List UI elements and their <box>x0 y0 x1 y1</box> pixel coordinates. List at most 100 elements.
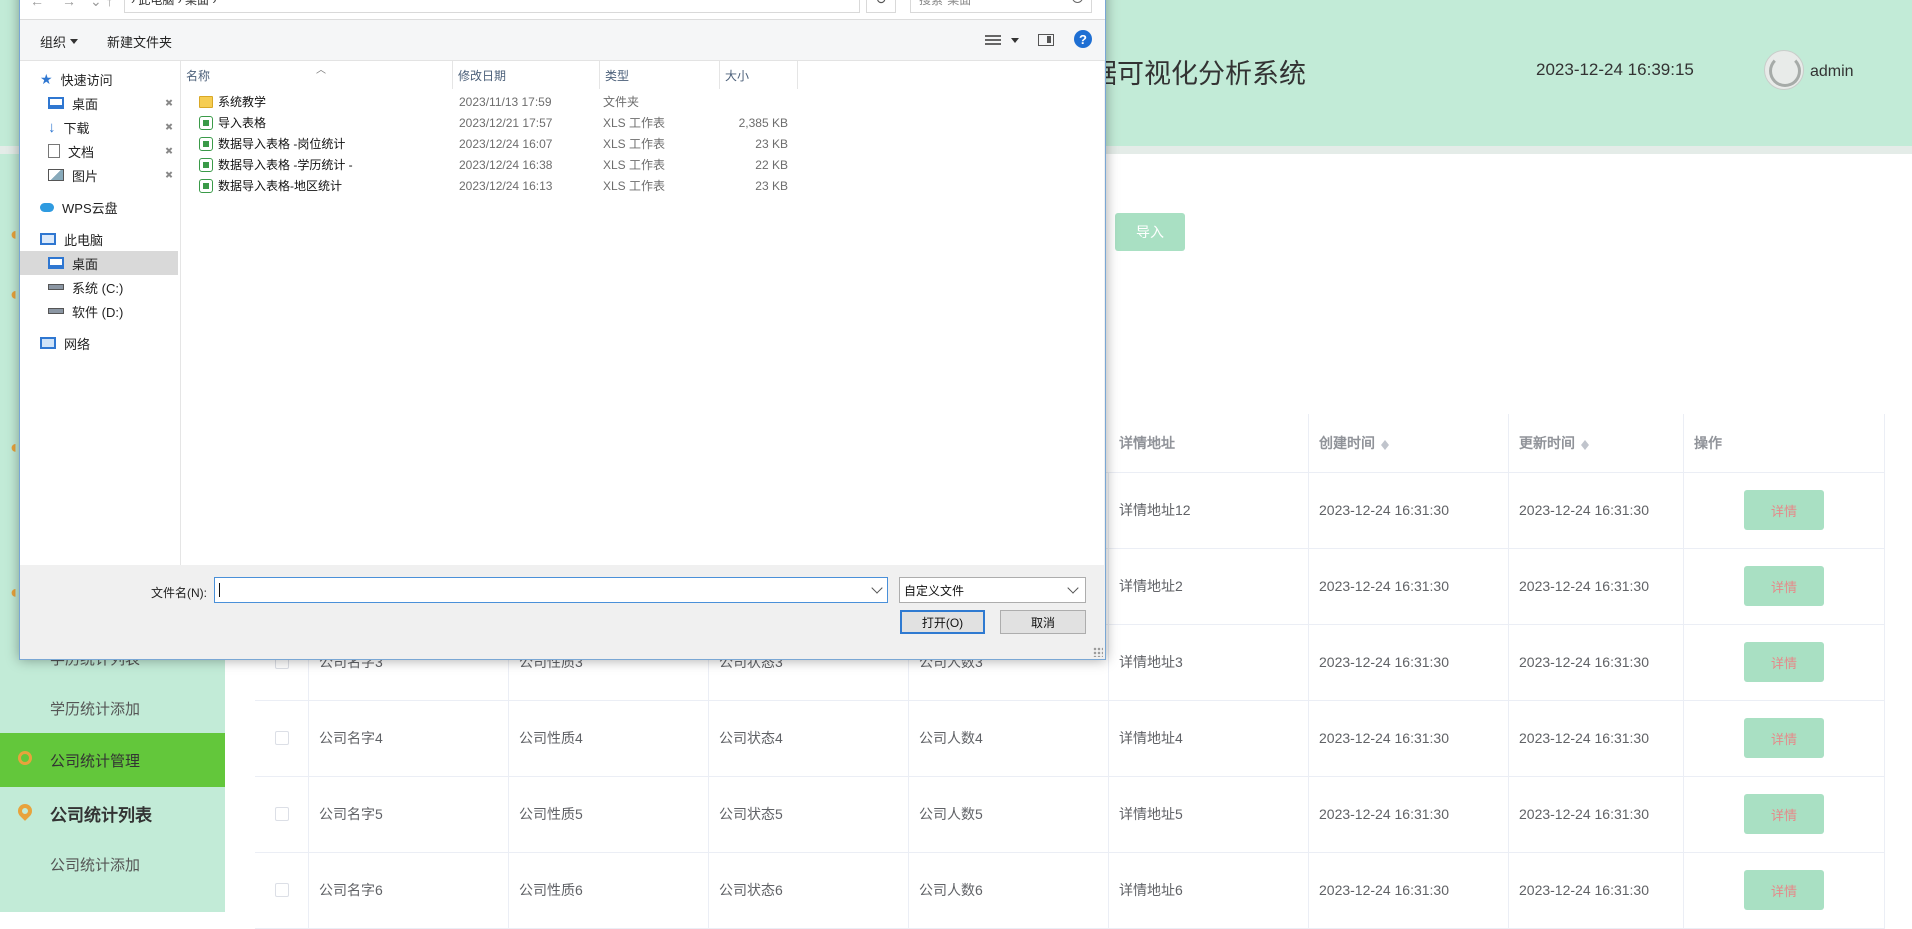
spreadsheet-icon <box>199 157 213 172</box>
file-type: XLS 工作表 <box>603 179 666 193</box>
table-cell-updated: 2023-12-24 16:31:30 <box>1509 700 1684 776</box>
detail-button[interactable]: 详情 <box>1744 794 1824 834</box>
up-arrow-icon[interactable]: ↑ <box>106 0 113 9</box>
organize-button[interactable]: 组织 <box>40 32 79 51</box>
sidebar-edge-icon: ◖ <box>8 582 19 602</box>
column-header-type[interactable]: 类型 <box>600 61 720 89</box>
nav-item[interactable]: 桌面 ✚ <box>20 91 178 115</box>
table-cell-created: 2023-12-24 16:31:30 <box>1309 624 1509 700</box>
open-button[interactable]: 打开(O) <box>900 610 985 634</box>
column-header-updated[interactable]: 更新时间 <box>1509 414 1684 472</box>
nav-item-label: 快速访问 <box>60 72 113 88</box>
pc-icon <box>40 233 56 245</box>
nav-item[interactable]: 此电脑 <box>20 227 178 251</box>
pic-icon <box>48 169 64 181</box>
nav-item[interactable]: 软件 (D:) <box>20 299 178 323</box>
sidebar-item-education-add[interactable]: 学历统计添加 <box>0 681 225 735</box>
new-folder-button[interactable]: 新建文件夹 <box>107 32 172 51</box>
row-checkbox-cell <box>255 852 309 928</box>
file-row[interactable]: 系统教学 2023/11/13 17:59 文件夹 <box>181 91 1104 112</box>
nav-item[interactable]: 网络 <box>20 331 178 355</box>
file-name: 系统教学 <box>218 95 267 109</box>
table-cell-name: 公司名字4 <box>309 700 509 776</box>
refresh-icon[interactable]: ↻ <box>866 0 896 13</box>
table-cell-nature: 公司性质4 <box>509 700 709 776</box>
table-cell-status: 公司状态4 <box>709 700 909 776</box>
detail-button[interactable]: 详情 <box>1744 566 1824 606</box>
filename-input[interactable] <box>214 577 888 603</box>
pin-icon: ✚ <box>160 96 175 110</box>
detail-button[interactable]: 详情 <box>1744 870 1824 910</box>
nav-item[interactable]: 图片 ✚ <box>20 163 178 187</box>
forward-arrow-icon[interactable]: → <box>62 0 76 9</box>
chevron-down-icon[interactable] <box>871 582 883 594</box>
monitor-icon <box>48 97 64 109</box>
sidebar-item-label: 公司统计添加 <box>50 856 141 874</box>
table-cell-name: 公司名字6 <box>309 852 509 928</box>
recent-chevron-icon[interactable]: ⌄ <box>90 0 102 10</box>
view-mode-icon[interactable] <box>985 35 1001 46</box>
column-header-size[interactable]: 大小 <box>720 61 798 89</box>
table-cell-created: 2023-12-24 16:31:30 <box>1309 548 1509 624</box>
sidebar-item-company-add[interactable]: 公司统计添加 <box>0 837 225 891</box>
search-icon <box>1072 0 1083 3</box>
column-header-label: 创建时间 <box>1319 435 1375 451</box>
spreadsheet-icon <box>199 115 213 130</box>
column-header-label: 类型 <box>605 68 630 83</box>
search-input[interactable]: 搜索"桌面" <box>910 0 1092 13</box>
file-row[interactable]: 数据导入表格 -学历统计 - 2023/12/24 16:38 XLS 工作表 22 … <box>181 154 1104 175</box>
sidebar-item-label: 公司统计列表 <box>50 805 152 825</box>
table-cell-updated: 2023-12-24 16:31:30 <box>1509 472 1684 548</box>
nav-item[interactable]: 系统 (C:) <box>20 275 178 299</box>
sidebar-edge-icon: ◖ <box>8 437 19 457</box>
row-actions-cell: 详情 <box>1684 776 1885 852</box>
table-cell-status: 公司状态6 <box>709 852 909 928</box>
column-header-modified[interactable]: 修改日期 <box>453 61 600 89</box>
nav-item[interactable]: ★ 快速访问 <box>20 67 178 91</box>
table-cell-address: 详情地址4 <box>1109 700 1309 776</box>
table-cell-updated: 2023-12-24 16:31:30 <box>1509 852 1684 928</box>
filetype-select[interactable]: 自定义文件 <box>899 577 1086 603</box>
table-cell-count: 公司人数6 <box>909 852 1109 928</box>
cloud-icon <box>40 202 54 212</box>
preview-pane-icon[interactable] <box>1038 34 1054 46</box>
nav-item[interactable]: ↓ 下载 ✚ <box>20 115 178 139</box>
table-cell-updated: 2023-12-24 16:31:30 <box>1509 776 1684 852</box>
file-name: 数据导入表格 -岗位统计 <box>218 137 346 151</box>
detail-button[interactable]: 详情 <box>1744 490 1824 530</box>
back-arrow-icon[interactable]: ← <box>30 0 44 9</box>
nav-item-label: 图片 <box>72 168 99 184</box>
sidebar-item-company-list[interactable]: 公司统计列表 <box>0 786 225 840</box>
file-row[interactable]: 数据导入表格-地区统计 2023/12/24 16:13 XLS 工作表 23 KB <box>181 175 1104 196</box>
view-chevron-down-icon[interactable] <box>1011 38 1019 47</box>
file-row[interactable]: 导入表格 2023/12/21 17:57 XLS 工作表 2,385 KB <box>181 112 1104 133</box>
row-checkbox[interactable] <box>275 731 289 745</box>
nav-item[interactable]: 桌面 <box>20 251 178 275</box>
help-icon[interactable]: ? <box>1074 30 1092 48</box>
nav-item-label: 网络 <box>64 336 91 352</box>
address-bar[interactable]: › 此电脑 › 桌面 › <box>124 0 860 13</box>
drive-icon <box>48 284 64 290</box>
resize-grip-icon[interactable] <box>1093 647 1103 657</box>
pin-icon: ✚ <box>160 168 175 182</box>
app-title: 据可视化分析系统 <box>1090 59 1306 89</box>
row-checkbox[interactable] <box>275 807 289 821</box>
cancel-button[interactable]: 取消 <box>1000 610 1086 634</box>
nav-item[interactable]: 文档 ✚ <box>20 139 178 163</box>
dialog-toolbar: 组织 新建文件夹 ? <box>20 20 1105 61</box>
detail-button[interactable]: 详情 <box>1744 642 1824 682</box>
file-size: 22 KB <box>755 157 788 172</box>
file-modified: 2023/12/24 16:13 <box>459 178 553 193</box>
nav-item[interactable]: WPS云盘 <box>20 195 178 219</box>
username[interactable]: admin <box>1810 63 1854 81</box>
detail-button[interactable]: 详情 <box>1744 718 1824 758</box>
import-button[interactable]: 导入 <box>1115 213 1185 251</box>
row-checkbox[interactable] <box>275 883 289 897</box>
column-header-created[interactable]: 创建时间 <box>1309 414 1509 472</box>
sidebar-item-company-manage[interactable]: 公司统计管理 <box>0 733 225 787</box>
address-bar-row: ← → ⌄ ↑ › 此电脑 › 桌面 › ↻ 搜索"桌面" <box>20 0 1105 20</box>
row-actions-cell: 详情 <box>1684 624 1885 700</box>
sidebar-edge-icon: ◖ <box>8 224 19 244</box>
column-header-address: 详情地址 <box>1109 414 1309 472</box>
file-row[interactable]: 数据导入表格 -岗位统计 2023/12/24 16:07 XLS 工作表 23 KB <box>181 133 1104 154</box>
